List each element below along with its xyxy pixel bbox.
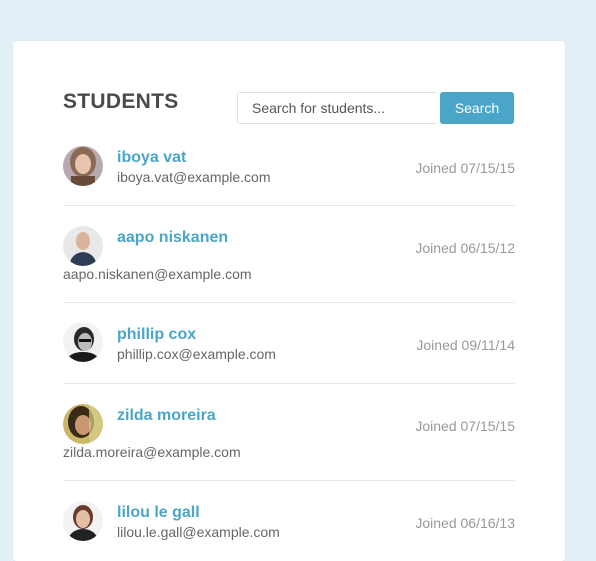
student-name[interactable]: iboya vat [117, 149, 186, 167]
avatar [63, 322, 103, 362]
search-input[interactable] [237, 92, 437, 124]
student-email: aapo.niskanen@example.com [63, 266, 252, 282]
student-email: phillip.cox@example.com [117, 346, 276, 362]
student-row: zilda moreira zilda.moreira@example.com … [63, 384, 515, 481]
avatar [63, 404, 103, 444]
student-name[interactable]: aapo niskanen [117, 229, 228, 247]
joined-date: Joined 09/11/14 [416, 337, 515, 353]
search-button[interactable]: Search [440, 92, 514, 124]
avatar [63, 226, 103, 266]
student-name[interactable]: zilda moreira [117, 407, 216, 425]
student-row: iboya vat iboya.vat@example.com Joined 0… [63, 138, 515, 206]
joined-date: Joined 07/15/15 [415, 418, 515, 434]
student-row: phillip cox phillip.cox@example.com Join… [63, 303, 515, 384]
avatar [63, 501, 103, 541]
student-row: lilou le gall lilou.le.gall@example.com … [63, 481, 515, 561]
avatar [63, 146, 103, 186]
page-title: STUDENTS [63, 90, 179, 113]
student-name[interactable]: phillip cox [117, 326, 196, 344]
student-email: lilou.le.gall@example.com [117, 524, 280, 540]
joined-date: Joined 06/16/13 [415, 515, 515, 531]
joined-date: Joined 07/15/15 [415, 160, 515, 176]
student-email: iboya.vat@example.com [117, 169, 271, 185]
students-card: STUDENTS Search iboya vat iboya.vat@exam… [13, 41, 565, 561]
student-row: aapo niskanen aapo.niskanen@example.com … [63, 206, 515, 303]
student-email: zilda.moreira@example.com [63, 444, 241, 460]
student-name[interactable]: lilou le gall [117, 504, 200, 522]
joined-date: Joined 06/15/12 [415, 240, 515, 256]
